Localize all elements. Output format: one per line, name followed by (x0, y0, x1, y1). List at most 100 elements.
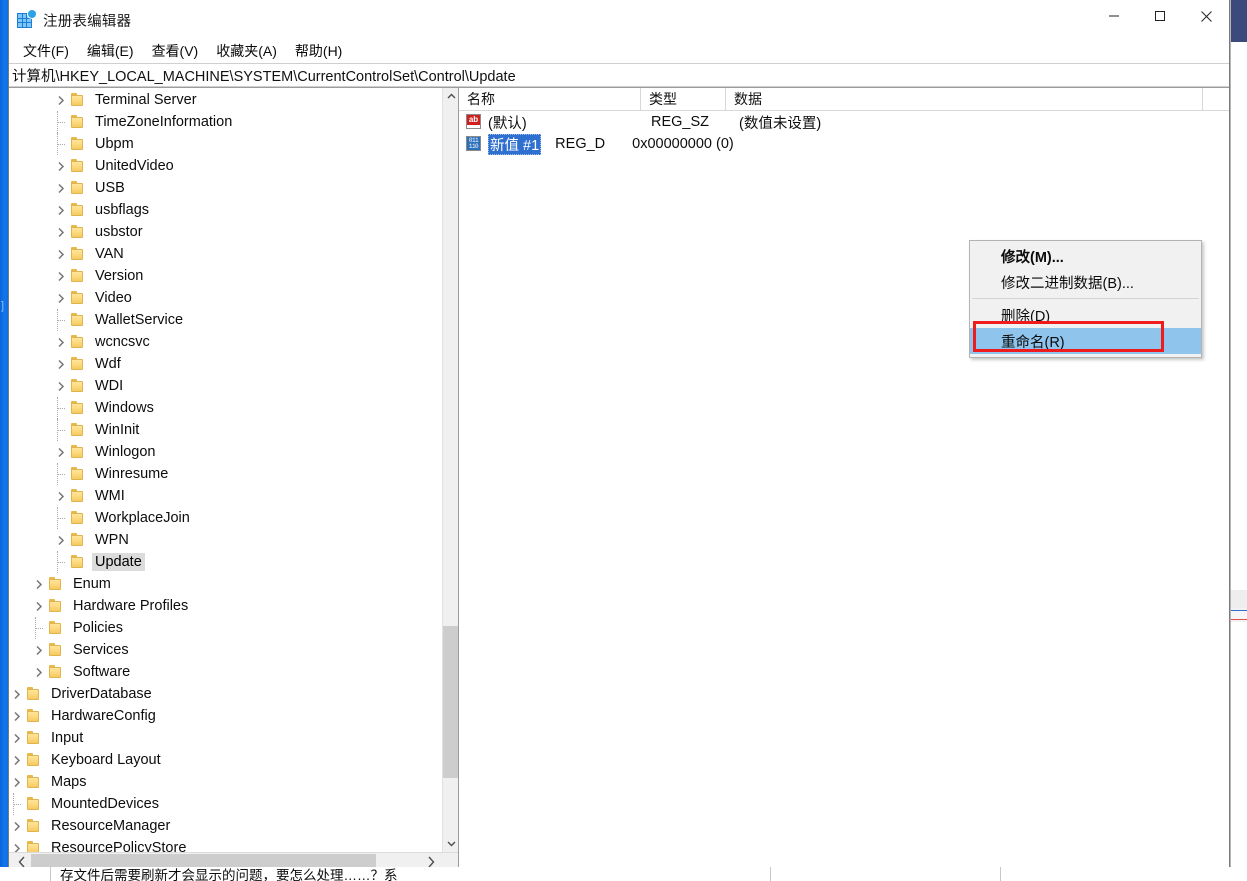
chevron-right-icon[interactable] (31, 661, 47, 683)
value-row-default[interactable]: ab (默认) REG_SZ (数值未设置) (459, 111, 1229, 133)
chevron-right-icon[interactable] (53, 89, 69, 111)
tree-item-usb[interactable]: USB (9, 177, 442, 199)
address-bar[interactable]: 计算机\HKEY_LOCAL_MACHINE\SYSTEM\CurrentCon… (9, 63, 1229, 87)
background-window-sliver-accent (1231, 610, 1247, 620)
tree-item-timezoneinformation[interactable]: TimeZoneInformation (9, 111, 442, 133)
scroll-up-icon[interactable] (443, 88, 458, 105)
chevron-right-icon[interactable] (53, 243, 69, 265)
chevron-right-icon[interactable] (53, 177, 69, 199)
context-menu-item-modify[interactable]: 修改(M)... (970, 243, 1201, 269)
chevron-right-icon[interactable] (53, 265, 69, 287)
title-bar[interactable]: 注册表编辑器 (9, 0, 1229, 40)
tree-item-services[interactable]: Services (9, 639, 442, 661)
chevron-right-icon[interactable] (9, 705, 25, 727)
tree-item-hardwareconfig[interactable]: HardwareConfig (9, 705, 442, 727)
folder-icon (25, 730, 43, 746)
chevron-right-icon[interactable] (53, 441, 69, 463)
tree-item-resourcemanager[interactable]: ResourceManager (9, 815, 442, 837)
context-menu-item-rename[interactable]: 重命名(R) (970, 328, 1201, 354)
chevron-right-icon[interactable] (53, 199, 69, 221)
menu-item-edit[interactable]: 编辑(E) (79, 40, 142, 62)
tree-item-mounteddevices[interactable]: MountedDevices (9, 793, 442, 815)
tree-item-label: Video (95, 290, 132, 306)
registry-value-pane: 名称 类型 数据 ab (默认) REG_SZ (数值未设置) 011110 (459, 88, 1229, 871)
tree-item-policies[interactable]: Policies (9, 617, 442, 639)
folder-icon (69, 466, 87, 482)
chevron-right-icon[interactable] (9, 771, 25, 793)
chevron-right-icon[interactable] (53, 155, 69, 177)
chevron-right-icon[interactable] (31, 639, 47, 661)
context-menu-item-modify-binary[interactable]: 修改二进制数据(B)... (970, 269, 1201, 295)
tree-item-walletservice[interactable]: WalletService (9, 309, 442, 331)
tree-item-label: Windows (95, 400, 154, 416)
tree-item-wdi[interactable]: WDI (9, 375, 442, 397)
tree-scroll-thumb[interactable] (443, 626, 458, 778)
tree-item-workplacejoin[interactable]: WorkplaceJoin (9, 507, 442, 529)
value-row-new-value[interactable]: 011 110 新值 #1 REG_D 0x00000000 (0) (459, 133, 1229, 155)
tree-item-van[interactable]: VAN (9, 243, 442, 265)
tree-vertical-scrollbar[interactable] (442, 88, 458, 852)
tree-item-maps[interactable]: Maps (9, 771, 442, 793)
chevron-right-icon[interactable] (31, 595, 47, 617)
chevron-right-icon[interactable] (9, 815, 25, 837)
menu-item-file[interactable]: 文件(F) (15, 40, 77, 62)
chevron-right-icon[interactable] (53, 375, 69, 397)
chevron-right-icon[interactable] (9, 837, 25, 852)
tree-item-label: WDI (95, 378, 124, 394)
tree-item-label: WorkplaceJoin (95, 510, 190, 526)
tree-item-label: Enum (73, 576, 111, 592)
tree-item-wmi[interactable]: WMI (9, 485, 442, 507)
tree-item-software[interactable]: Software (9, 661, 442, 683)
registry-path-text[interactable]: 计算机\HKEY_LOCAL_MACHINE\SYSTEM\CurrentCon… (9, 65, 516, 86)
chevron-right-icon[interactable] (9, 683, 25, 705)
column-header-data[interactable]: 数据 (726, 88, 1203, 110)
tree-item-input[interactable]: Input (9, 727, 442, 749)
tree-item-driverdatabase[interactable]: DriverDatabase (9, 683, 442, 705)
chevron-right-icon[interactable] (9, 749, 25, 771)
chevron-right-icon[interactable] (53, 331, 69, 353)
tree-item-wcncsvc[interactable]: wcncsvc (9, 331, 442, 353)
tree-item-ubpm[interactable]: Ubpm (9, 133, 442, 155)
tree-item-usbflags[interactable]: usbflags (9, 199, 442, 221)
tree-item-enum[interactable]: Enum (9, 573, 442, 595)
minimize-icon[interactable] (1091, 0, 1137, 32)
folder-icon (69, 510, 87, 526)
close-icon[interactable] (1183, 0, 1229, 32)
tree-item-label: WinInit (95, 422, 140, 438)
chevron-right-icon[interactable] (9, 727, 25, 749)
folder-icon (47, 598, 65, 614)
tree-item-label: Input (51, 730, 84, 746)
menu-item-help[interactable]: 帮助(H) (287, 40, 350, 62)
tree-item-winlogon[interactable]: Winlogon (9, 441, 442, 463)
chevron-right-icon[interactable] (53, 529, 69, 551)
tree-item-hardware-profiles[interactable]: Hardware Profiles (9, 595, 442, 617)
tree-item-resourcepolicystore[interactable]: ResourcePolicyStore (9, 837, 442, 852)
tree-item-terminal-server[interactable]: Terminal Server (9, 89, 442, 111)
tree-item-wpn[interactable]: WPN (9, 529, 442, 551)
tree-item-windows[interactable]: Windows (9, 397, 442, 419)
tree-item-usbstor[interactable]: usbstor (9, 221, 442, 243)
chevron-right-icon[interactable] (53, 287, 69, 309)
menu-item-view[interactable]: 查看(V) (144, 40, 207, 62)
tree-item-unitedvideo[interactable]: UnitedVideo (9, 155, 442, 177)
tree-connector-line (53, 551, 69, 573)
tree-item-video[interactable]: Video (9, 287, 442, 309)
tree-item-wininit[interactable]: WinInit (9, 419, 442, 441)
tree-item-update[interactable]: Update (9, 551, 442, 573)
chevron-right-icon[interactable] (53, 353, 69, 375)
chevron-right-icon[interactable] (53, 485, 69, 507)
scroll-down-icon[interactable] (443, 835, 458, 852)
folder-icon (69, 114, 87, 130)
tree-item-winresume[interactable]: Winresume (9, 463, 442, 485)
column-header-name[interactable]: 名称 (459, 88, 641, 110)
context-menu-item-delete[interactable]: 删除(D) (970, 302, 1201, 328)
column-header-type[interactable]: 类型 (641, 88, 726, 110)
tree-item-label: Software (73, 664, 131, 680)
menu-item-favorites[interactable]: 收藏夹(A) (208, 40, 285, 62)
tree-item-keyboard-layout[interactable]: Keyboard Layout (9, 749, 442, 771)
chevron-right-icon[interactable] (31, 573, 47, 595)
chevron-right-icon[interactable] (53, 221, 69, 243)
tree-item-wdf[interactable]: Wdf (9, 353, 442, 375)
maximize-icon[interactable] (1137, 0, 1183, 32)
tree-item-version[interactable]: Version (9, 265, 442, 287)
